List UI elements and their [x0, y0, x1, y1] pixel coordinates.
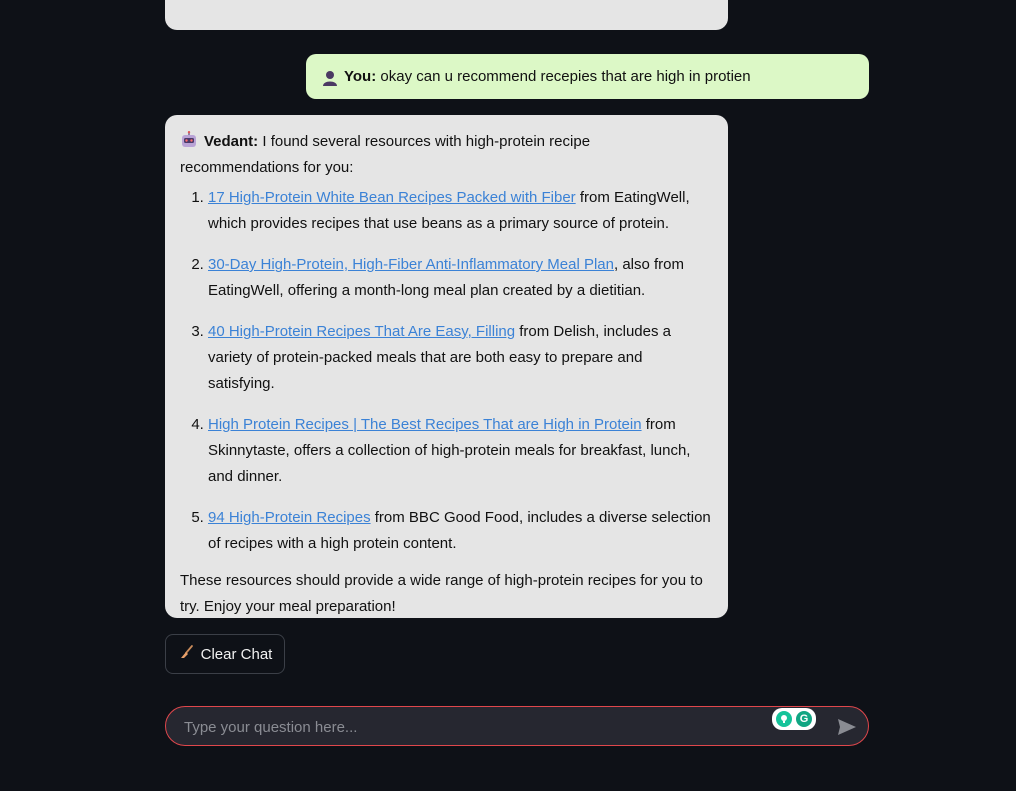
list-item: 40 High-Protein Recipes That Are Easy, F…	[208, 319, 713, 397]
lightbulb-icon	[776, 711, 792, 727]
bot-sender-label: Vedant:	[204, 133, 259, 150]
recipe-link[interactable]: 30-Day High-Protein, High-Fiber Anti-Inf…	[208, 256, 614, 273]
previous-bot-message	[165, 0, 728, 30]
user-sender-label: You:	[344, 68, 377, 85]
list-item: 94 High-Protein Recipes from BBC Good Fo…	[208, 505, 713, 557]
list-item: 17 High-Protein White Bean Recipes Packe…	[208, 185, 713, 237]
list-item: High Protein Recipes | The Best Recipes …	[208, 412, 713, 490]
user-message-text: okay can u recommend recepies that are h…	[380, 68, 751, 85]
broom-icon	[178, 644, 194, 664]
robot-avatar-icon	[180, 131, 198, 149]
user-avatar-icon	[322, 70, 338, 86]
grammarly-widget[interactable]: G	[772, 708, 816, 730]
recipe-list: 17 High-Protein White Bean Recipes Packe…	[180, 185, 713, 557]
list-item: 30-Day High-Protein, High-Fiber Anti-Inf…	[208, 252, 713, 304]
chat-input[interactable]	[182, 707, 776, 747]
recipe-link[interactable]: High Protein Recipes | The Best Recipes …	[208, 416, 642, 433]
bot-intro: Vedant: I found several resources with h…	[180, 129, 713, 181]
grammarly-icon: G	[796, 711, 812, 727]
clear-chat-button[interactable]: Clear Chat	[165, 634, 285, 674]
user-message: You: okay can u recommend recepies that …	[306, 54, 869, 99]
chat-input-container	[165, 706, 869, 747]
bot-message: Vedant: I found several resources with h…	[165, 115, 728, 618]
send-icon[interactable]	[836, 716, 858, 738]
recipe-link[interactable]: 40 High-Protein Recipes That Are Easy, F…	[208, 323, 515, 340]
clear-chat-label: Clear Chat	[200, 645, 273, 663]
recipe-link[interactable]: 94 High-Protein Recipes	[208, 509, 371, 526]
bot-closing-text: These resources should provide a wide ra…	[180, 572, 703, 615]
recipe-link[interactable]: 17 High-Protein White Bean Recipes Packe…	[208, 189, 576, 206]
